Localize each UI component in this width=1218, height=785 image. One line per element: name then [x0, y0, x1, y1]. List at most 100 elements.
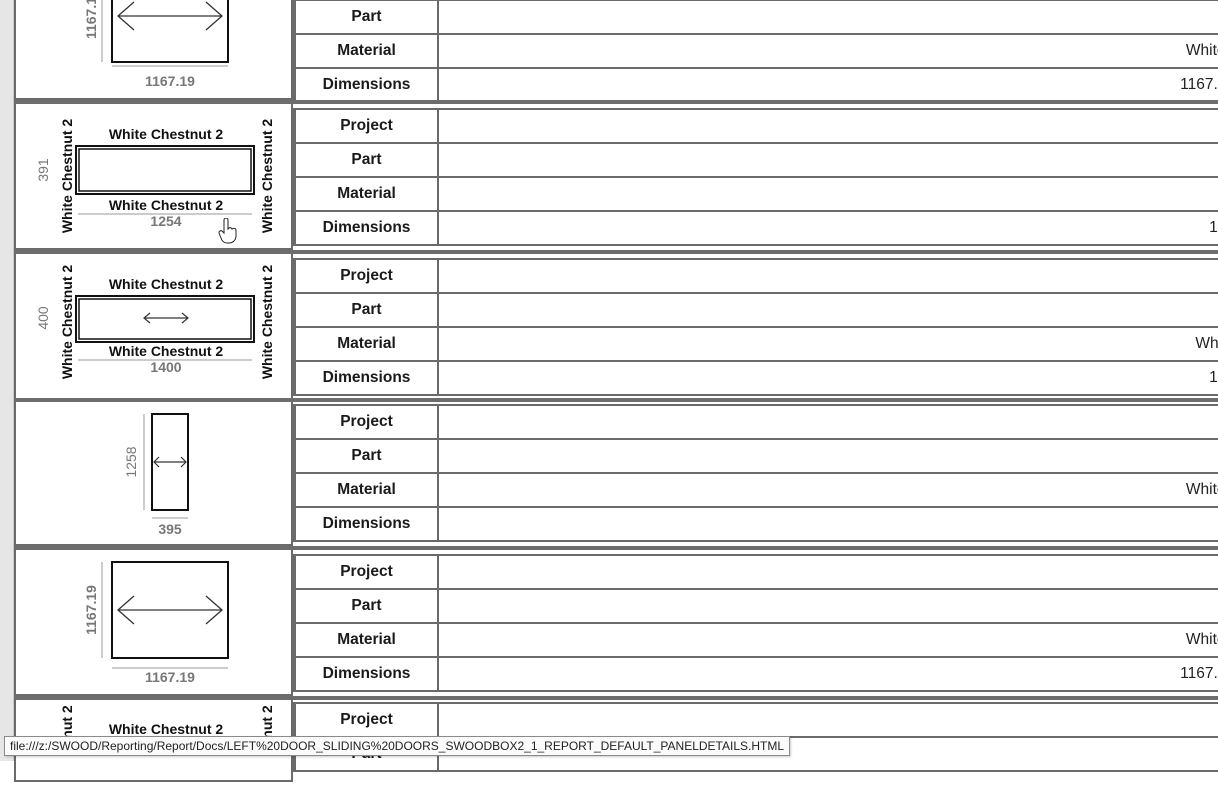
- label-part: Part: [294, 0, 439, 35]
- table-row-project: Project: [294, 108, 1218, 144]
- value-dimensions: 39: [437, 506, 1218, 542]
- panel-drawing: 1167.19 1167.19: [83, 561, 229, 685]
- grain-direction-arrow-icon: [117, 1, 223, 31]
- table-row-material: MaterialI: [294, 176, 1218, 212]
- height-label: 1258: [123, 446, 139, 477]
- label-part: Part: [294, 292, 439, 328]
- edge-band-outline: [78, 298, 252, 340]
- panel-drawing-cell: White Chestnut 2 White Chestnut 2 White …: [14, 254, 293, 400]
- panel-info-table: Project Part MaterialWhite Dimensions140: [291, 258, 1218, 396]
- panel-drawing-cell: 1167.19 1167.1: [14, 0, 293, 100]
- panel-info-table: Project PartRi MaterialWhite ( Dimension…: [291, 554, 1218, 692]
- panel-drawing-cell: 395 1258: [14, 402, 293, 546]
- status-bar-url: file:///z:/SWOOD/Reporting/Report/Docs/L…: [4, 736, 791, 756]
- table-row-project: Project: [294, 404, 1218, 440]
- grain-direction-arrow-icon: [143, 312, 189, 324]
- panel-info-table: Project PartRi MaterialWhite ( Dimension…: [291, 404, 1218, 542]
- table-row-part: PartL: [294, 142, 1218, 178]
- value-dimensions: 1167.19: [437, 656, 1218, 692]
- width-label: 1254: [150, 213, 181, 229]
- edge-label-right: nut 2: [259, 705, 275, 739]
- edge-label-top: White Chestnut 2: [109, 126, 224, 142]
- value-project: [437, 702, 1218, 738]
- panel-info-table: Project PartL MaterialI Dimensions125: [291, 108, 1218, 246]
- panel-info-table: Project PartL MaterialWhite ( Dimensions…: [291, 0, 1218, 103]
- value-project: [437, 404, 1218, 440]
- panel-row: White Chestnut 2 White Chestnut 2 White …: [14, 104, 1218, 250]
- width-label: 1167.19: [145, 73, 195, 89]
- value-part-link[interactable]: [437, 292, 1218, 328]
- panel-row: White Chestnut 2 White Chestnut 2 White …: [14, 254, 1218, 400]
- edge-label-bottom: White Chestnut 2: [109, 343, 224, 359]
- table-row-material: MaterialWhite (: [294, 33, 1218, 69]
- value-part-link[interactable]: L: [437, 142, 1218, 178]
- table-row-part: PartRi: [294, 438, 1218, 474]
- label-part: Part: [294, 438, 439, 474]
- panel-drawing: White Chestnut 2 White Chestnut 2 White …: [35, 119, 275, 234]
- width-label: 1167.19: [145, 669, 195, 685]
- label-part: Part: [294, 588, 439, 624]
- width-label: 1400: [150, 359, 181, 375]
- label-material: Material: [294, 472, 439, 508]
- height-label: 1167.1: [83, 0, 99, 39]
- edge-label-top: White Chestnut 2: [109, 721, 224, 737]
- edge-label-left: White Chestnut 2: [59, 265, 75, 380]
- value-material: I: [437, 176, 1218, 212]
- value-part-link[interactable]: L: [437, 0, 1218, 35]
- label-material: Material: [294, 33, 439, 69]
- table-row-dimensions: Dimensions39: [294, 506, 1218, 542]
- hand-pointer-cursor-icon: [218, 218, 237, 244]
- table-row-part: PartL: [294, 0, 1218, 35]
- edge-band-outline: [78, 148, 252, 192]
- height-label: 1167.19: [83, 585, 99, 635]
- grain-direction-arrow-icon: [153, 456, 187, 468]
- panel-drawing: 1167.19 1167.1: [83, 0, 229, 89]
- label-material: Material: [294, 176, 439, 212]
- value-material: White (: [437, 33, 1218, 69]
- value-dimensions: 1167.19: [437, 67, 1218, 103]
- page-left-margin: [0, 0, 14, 761]
- label-project: Project: [294, 702, 439, 738]
- grain-direction-arrow-icon: [117, 595, 223, 625]
- panel-outline: [75, 295, 255, 343]
- panel-drawing-cell: 1167.19 1167.19: [14, 550, 293, 696]
- label-dimensions: Dimensions: [294, 210, 439, 246]
- value-part-link[interactable]: Ri: [437, 588, 1218, 624]
- table-row-material: MaterialWhite (: [294, 472, 1218, 508]
- label-dimensions: Dimensions: [294, 656, 439, 692]
- value-part-link[interactable]: Ri: [437, 438, 1218, 474]
- edge-label-bottom: White Chestnut 2: [109, 197, 224, 213]
- edge-label-top: White Chestnut 2: [109, 276, 224, 292]
- label-dimensions: Dimensions: [294, 506, 439, 542]
- panel-row: 395 1258 Project PartRi MaterialWhite ( …: [14, 402, 1218, 546]
- edge-label-left: nut 2: [59, 705, 75, 739]
- label-project: Project: [294, 258, 439, 294]
- value-material: White: [437, 326, 1218, 362]
- panel-outline: [75, 145, 255, 195]
- panel-drawing: White Chestnut 2 White Chestnut 2 White …: [35, 265, 275, 380]
- table-row-material: MaterialWhite: [294, 326, 1218, 362]
- label-part: Part: [294, 142, 439, 178]
- edge-label-right: White Chestnut 2: [259, 265, 275, 380]
- label-material: Material: [294, 622, 439, 658]
- panel-drawing: 395 1258: [123, 413, 189, 537]
- width-label: 395: [158, 521, 182, 537]
- label-project: Project: [294, 404, 439, 440]
- label-material: Material: [294, 326, 439, 362]
- table-row-dimensions: Dimensions140: [294, 360, 1218, 396]
- value-dimensions: 140: [437, 360, 1218, 396]
- height-label: 400: [35, 306, 51, 330]
- panel-row: 1167.19 1167.19 Project PartRi MaterialW…: [14, 550, 1218, 696]
- label-dimensions: Dimensions: [294, 360, 439, 396]
- table-row-project: Project: [294, 702, 1218, 738]
- table-row-dimensions: Dimensions1167.19: [294, 656, 1218, 692]
- height-label: 391: [35, 158, 51, 182]
- label-dimensions: Dimensions: [294, 67, 439, 103]
- panel-outline: [111, 0, 229, 63]
- table-row-project: Project: [294, 258, 1218, 294]
- value-project: [437, 258, 1218, 294]
- value-dimensions: 125: [437, 210, 1218, 246]
- table-row-part: PartRi: [294, 588, 1218, 624]
- table-row-dimensions: Dimensions125: [294, 210, 1218, 246]
- table-row-project: Project: [294, 554, 1218, 590]
